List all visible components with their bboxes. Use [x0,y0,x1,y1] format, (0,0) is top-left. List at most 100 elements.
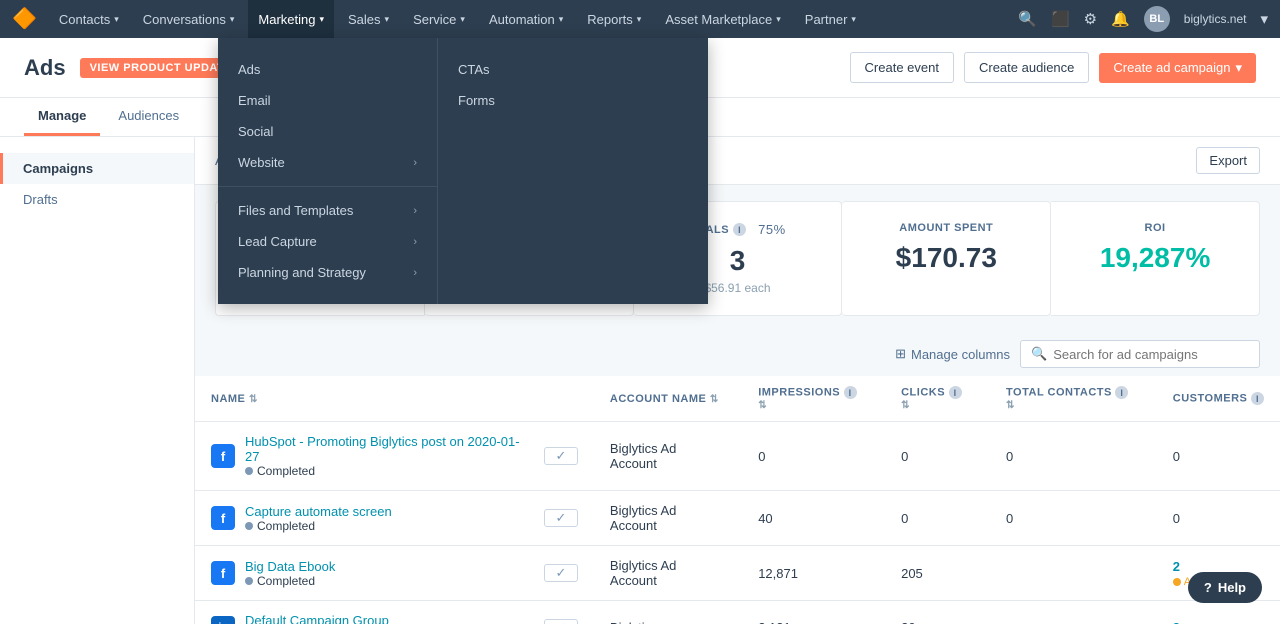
tab-audiences[interactable]: Audiences [104,98,193,136]
nav-automation[interactable]: Automation ▾ [479,0,573,38]
sidebar-item-drafts[interactable]: Drafts [0,184,194,215]
dropdown-forms[interactable]: Forms [438,85,658,116]
create-ad-campaign-button[interactable]: Create ad campaign ▾ [1099,53,1256,83]
dropdown-files-templates[interactable]: Files and Templates › [218,195,437,226]
search-icon[interactable]: 🔍 [1018,10,1037,28]
sort-icon[interactable]: ⇅ [1006,400,1015,411]
table-row: f HubSpot - Promoting Biglytics post on … [195,422,1280,491]
account-name-cell: Biglytics Ad Account [594,546,742,601]
nav-reports[interactable]: Reports ▾ [577,0,651,38]
dropdown-lead-capture[interactable]: Lead Capture › [218,226,437,257]
impressions-cell: 12,871 [742,546,885,601]
sort-icon[interactable]: ⇅ [901,400,910,411]
info-icon[interactable]: i [733,223,746,236]
settings-icon[interactable]: ⚙ [1084,10,1097,28]
name-cell: f Capture automate screen Completed [195,491,594,546]
help-icon: ? [1204,580,1212,595]
nav-service[interactable]: Service ▾ [403,0,475,38]
facebook-icon: f [211,561,235,585]
info-icon[interactable]: i [949,386,962,399]
info-icon[interactable]: i [1251,392,1264,405]
table-row: f Capture automate screen Completed [195,491,1280,546]
arrow-icon: › [413,205,417,217]
notifications-icon[interactable]: 🔔 [1111,10,1130,28]
campaign-search-input[interactable] [1053,347,1249,362]
stat-amount-spent: AMOUNT SPENT $170.73 [842,201,1051,316]
page-title: Ads [24,55,66,81]
chevron-down-icon: ▾ [776,14,781,25]
nav-contacts[interactable]: Contacts ▾ [49,0,129,38]
arrow-icon: › [413,267,417,279]
domain-label[interactable]: biglytics.net [1184,12,1247,26]
chevron-down-icon: ▾ [114,14,119,25]
col-impressions: IMPRESSIONS i ⇅ [742,376,885,422]
alert-dot [1173,578,1181,586]
chevron-down-icon: ▾ [637,14,642,25]
nav-asset-marketplace[interactable]: Asset Marketplace ▾ [655,0,790,38]
nav-sales[interactable]: Sales ▾ [338,0,399,38]
sidebar-item-campaigns[interactable]: Campaigns [0,153,194,184]
dropdown-col-2: CTAs Forms [438,38,658,304]
manage-columns-button[interactable]: ⊞ Manage columns [895,346,1010,362]
campaigns-table: NAME ⇅ ACCOUNT NAME ⇅ IMPRESSIONS i ⇅ [195,376,1280,624]
header-actions: Create event Create audience Create ad c… [850,52,1256,83]
create-event-button[interactable]: Create event [850,52,954,83]
nav-conversations[interactable]: Conversations ▾ [133,0,245,38]
arrow-icon: › [413,157,417,169]
name-cell: in Default Campaign Group Active ✓ [195,601,594,624]
dropdown-planning-strategy[interactable]: Planning and Strategy › [218,257,437,288]
chevron-down-icon: ▾ [385,14,390,25]
nav-marketing[interactable]: Marketing ▾ [248,0,334,38]
account-name-cell: Biglytics Ad Account [594,491,742,546]
hubspot-logo[interactable]: 🔶 [12,9,37,29]
clicks-cell: 0 [885,491,990,546]
customers-cell: 0 [1157,491,1280,546]
dropdown-social[interactable]: Social [218,116,437,147]
tab-manage[interactable]: Manage [24,98,100,136]
total-contacts-cell [990,546,1157,601]
sort-icon[interactable]: ⇅ [710,394,719,405]
ad-name-link[interactable]: Big Data Ebook [245,559,335,574]
info-icon[interactable]: i [844,386,857,399]
customers-cell: 2 [1157,601,1280,624]
deals-value: 3 [730,245,746,277]
dropdown-ads[interactable]: Ads [218,54,437,85]
info-icon[interactable]: i [1115,386,1128,399]
name-cell: f HubSpot - Promoting Biglytics post on … [195,422,594,491]
ad-name-link[interactable]: Capture automate screen [245,504,392,519]
dropdown-email[interactable]: Email [218,85,437,116]
toggle-button[interactable]: ✓ [544,447,578,465]
ad-name-link[interactable]: Default Campaign Group [245,613,389,624]
toggle-button[interactable]: ✓ [544,619,578,624]
col-clicks: CLICKS i ⇅ [885,376,990,422]
toggle-button[interactable]: ✓ [544,509,578,527]
campaign-search-box[interactable]: 🔍 [1020,340,1260,368]
sort-icon[interactable]: ⇅ [758,400,767,411]
sort-icon[interactable]: ⇅ [249,394,258,405]
domain-chevron-icon[interactable]: ▾ [1260,10,1268,28]
col-customers: CUSTOMERS i [1157,376,1280,422]
table-row: f Big Data Ebook Completed ✓ [195,546,1280,601]
dropdown-website[interactable]: Website › [218,147,437,178]
roi-value: 19,287% [1100,242,1211,274]
dropdown-divider [218,186,437,187]
total-contacts-cell: 0 [990,422,1157,491]
chevron-down-icon: ▾ [319,14,324,25]
export-button[interactable]: Export [1196,147,1260,174]
dropdown-ctas[interactable]: CTAs [438,54,658,85]
status-dot-completed [245,467,253,475]
stat-roi: ROI 19,287% [1051,201,1260,316]
status-dot-completed [245,522,253,530]
col-total-contacts: TOTAL CONTACTS i ⇅ [990,376,1157,422]
avatar[interactable]: BL [1144,6,1170,32]
table-header-row: NAME ⇅ ACCOUNT NAME ⇅ IMPRESSIONS i ⇅ [195,376,1280,422]
create-audience-button[interactable]: Create audience [964,52,1089,83]
dropdown-arrow-icon: ▾ [1235,60,1242,76]
help-button[interactable]: ? Help [1188,572,1262,603]
columns-icon: ⊞ [895,346,906,362]
nav-partner[interactable]: Partner ▾ [795,0,866,38]
table-toolbar: ⊞ Manage columns 🔍 [195,332,1280,376]
ad-name-link[interactable]: HubSpot - Promoting Biglytics post on 20… [245,434,534,464]
marketplace-icon[interactable]: ⬛ [1051,10,1070,28]
toggle-button[interactable]: ✓ [544,564,578,582]
